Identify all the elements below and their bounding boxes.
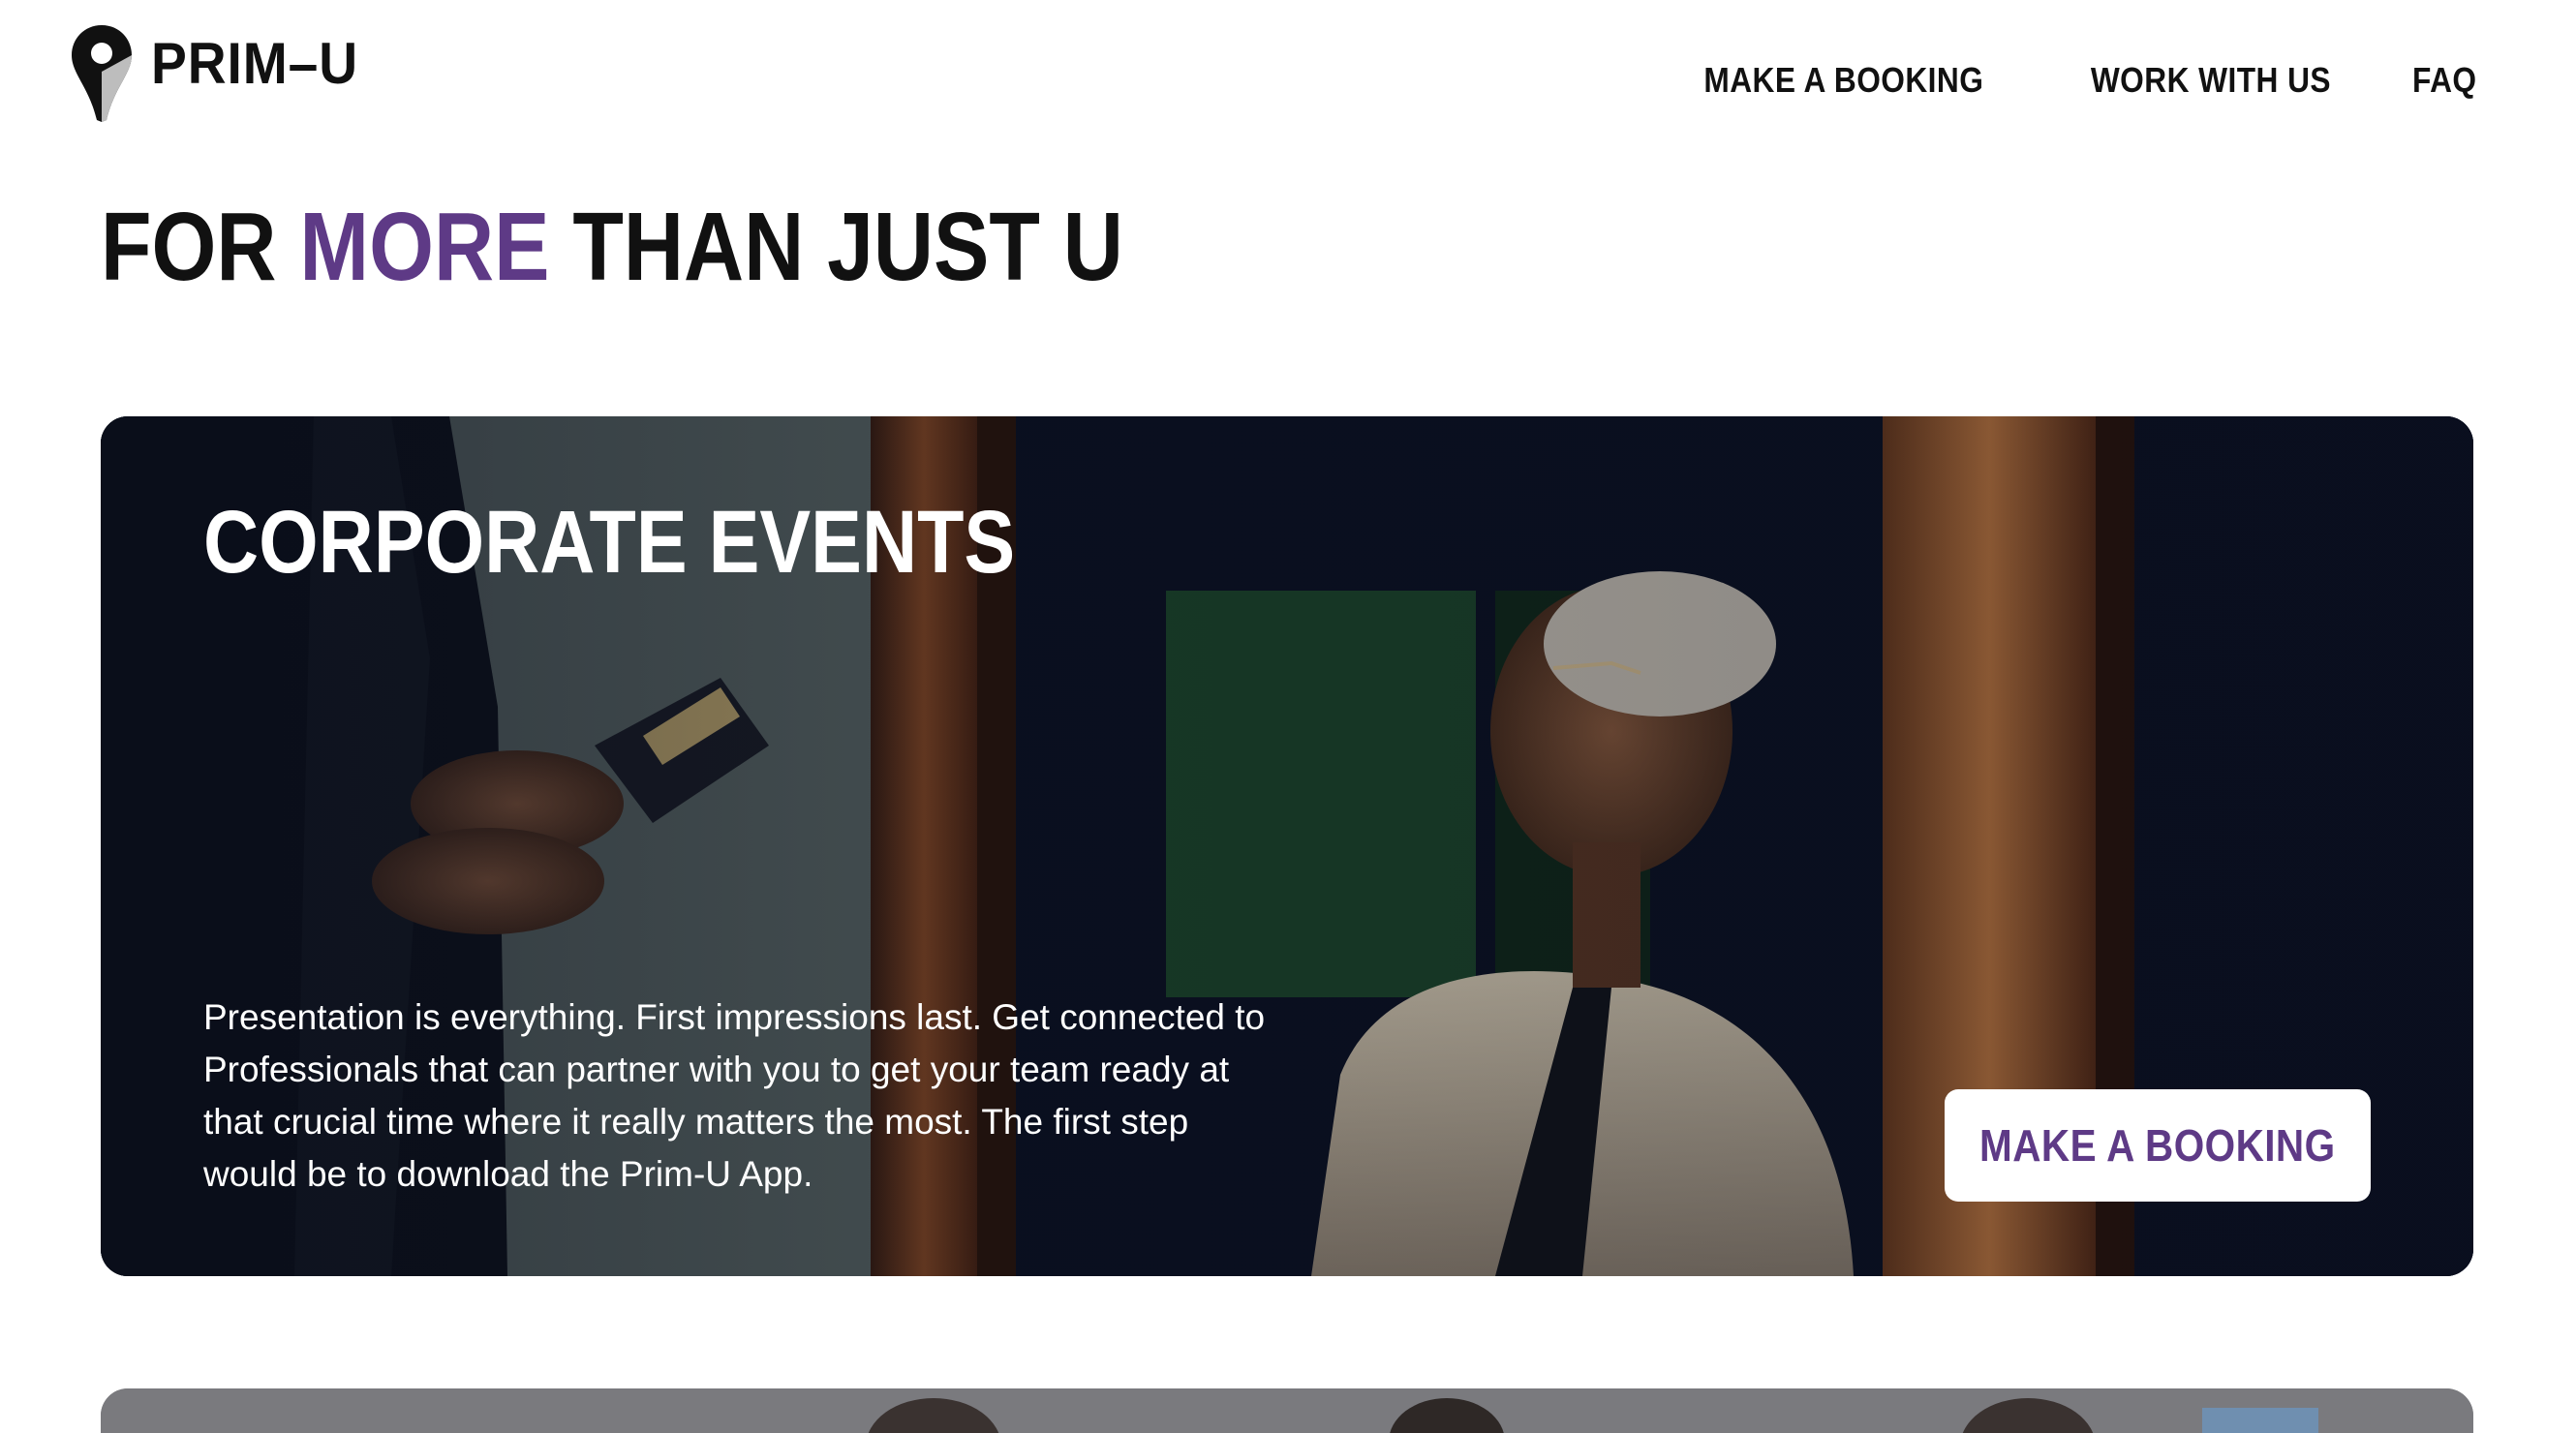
map-pin-icon (72, 25, 132, 122)
nav-work-with-us[interactable]: WORK WITH US (2090, 60, 2330, 101)
nav-make-a-booking[interactable]: MAKE A BOOKING (1704, 60, 1984, 101)
corporate-events-card: CORPORATE EVENTS Presentation is everyth… (101, 416, 2473, 1276)
make-a-booking-button[interactable]: MAKE A BOOKING (1945, 1089, 2371, 1202)
headline-post: THAN JUST U (549, 193, 1123, 301)
next-card-preview (101, 1388, 2473, 1433)
logo-link[interactable]: PRIM–U (70, 23, 377, 124)
card-description: Presentation is everything. First impres… (203, 997, 1266, 1194)
page-headline: FOR MORE THAN JUST U (101, 194, 1123, 300)
headline-pre: FOR (101, 193, 300, 301)
card-title: CORPORATE EVENTS (203, 493, 1016, 592)
headline-accent: MORE (299, 193, 550, 301)
nav-faq[interactable]: FAQ (2413, 60, 2477, 101)
make-a-booking-button-label: MAKE A BOOKING (1979, 1120, 2336, 1171)
main-nav: MAKE A BOOKING WORK WITH US FAQ (1666, 60, 2477, 101)
page: PRIM–U MAKE A BOOKING WORK WITH US FAQ F… (0, 0, 2576, 1433)
logo-text: PRIM–U (151, 30, 359, 96)
next-card-photo (101, 1388, 2473, 1433)
